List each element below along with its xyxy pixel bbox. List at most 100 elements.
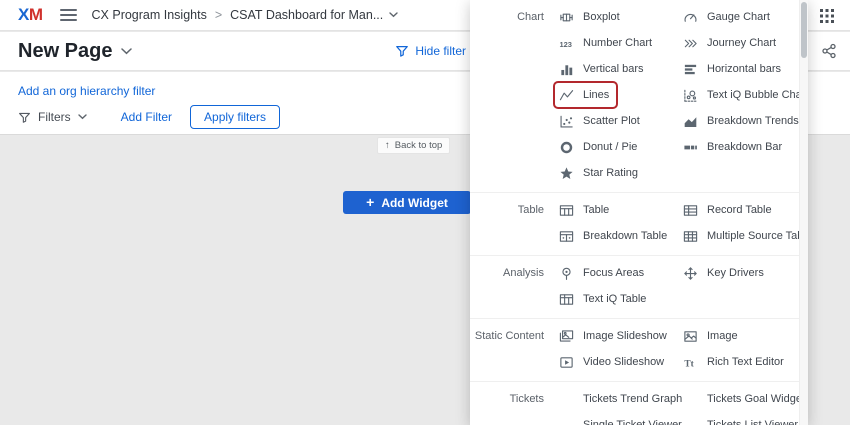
breadcrumb-current[interactable]: CSAT Dashboard for Man... [230,8,398,22]
menu-section-tickets: TicketsTickets Trend GraphTickets Goal W… [470,381,799,425]
menu-section-items: Boxplot Gauge Chart 123Number Chart Journey… [556,6,804,184]
widget-option-tickets-goal-widget[interactable]: Tickets Goal Widget [680,388,808,410]
widget-option-video-slideshow[interactable]: Video Slideshow [556,351,670,373]
rich-text-icon: Tt [683,355,698,370]
hide-filter-label: Hide filter [415,44,466,58]
focus-areas-icon [559,266,574,281]
plus-icon: + [366,195,374,209]
menu-section-heading: Static Content [470,325,556,373]
dashboard-screen: XM CX Program Insights > CSAT Dashboard … [0,0,850,425]
menu-scrollbar[interactable] [799,0,808,425]
add-org-hierarchy-filter-link[interactable]: Add an org hierarchy filter [18,84,155,98]
blank-icon [683,392,698,407]
widget-option-tickets-trend-graph[interactable]: Tickets Trend Graph [556,388,688,410]
menu-section-heading: Analysis [470,262,556,310]
apps-grid-icon[interactable] [820,9,834,23]
widget-option-label: Scatter Plot [583,115,640,127]
menu-section-items: Tickets Trend GraphTickets Goal WidgetSi… [556,388,804,425]
page-title: New Page [18,40,112,63]
widget-option-image[interactable]: Image [680,325,744,347]
widget-option-label: Breakdown Table [583,230,667,242]
widget-option-text-iq-bubble-chart[interactable]: Text iQ Bubble Chart [680,84,808,106]
widget-option-label: Video Slideshow [583,356,664,368]
widget-option-breakdown-trends[interactable]: Breakdown Trends [680,110,805,132]
filters-label: Filters [38,110,71,124]
blank-icon [559,392,574,407]
textiq-table-icon [559,292,574,307]
video-slideshow-icon [559,355,574,370]
number-icon: 123 [559,36,574,51]
add-filter-link[interactable]: Add Filter [121,110,172,124]
filters-dropdown[interactable]: Filters [18,110,87,124]
share-icon[interactable] [821,43,837,59]
page-title-chevron-down-icon[interactable] [121,48,132,55]
widget-option-journey-chart[interactable]: Journey Chart [680,32,782,54]
menu-section-heading: Tickets [470,388,556,425]
scatter-icon [559,114,574,129]
widget-option-label: Lines [583,89,609,101]
add-widget-button[interactable]: + Add Widget [343,191,471,214]
widget-option-donut-pie[interactable]: Donut / Pie [556,136,643,158]
widget-option-single-ticket-viewer[interactable]: Single Ticket Viewer [556,414,688,425]
widget-option-table[interactable]: Table [556,199,615,221]
apply-filters-button[interactable]: Apply filters [190,105,280,129]
widget-option-lines[interactable]: Lines [556,84,615,106]
widget-option-boxplot[interactable]: Boxplot [556,6,626,28]
widget-option-label: Tickets List Viewer [707,419,798,425]
table-icon [559,203,574,218]
widget-option-rich-text-editor[interactable]: Tt Rich Text Editor [680,351,790,373]
image-slideshow-icon [559,329,574,344]
widget-option-record-table[interactable]: Record Table [680,199,778,221]
widget-option-scatter-plot[interactable]: Scatter Plot [556,110,646,132]
journey-icon [683,36,698,51]
funnel-icon [18,111,31,124]
widget-option-label: Boxplot [583,11,620,23]
menu-scrollbar-thumb[interactable] [801,2,807,58]
add-widget-label: Add Widget [381,196,448,210]
widget-option-text-iq-table[interactable]: Text iQ Table [556,288,652,310]
widget-option-breakdown-bar[interactable]: Breakdown Bar [680,136,788,158]
widget-option-label: Tickets Trend Graph [583,393,682,405]
vertical-bars-icon [559,62,574,77]
widget-option-horizontal-bars[interactable]: Horizontal bars [680,58,787,80]
widget-option-key-drivers[interactable]: Key Drivers [680,262,770,284]
hide-filter-button[interactable]: Hide filter [395,44,466,58]
widget-option-label: Gauge Chart [707,11,770,23]
gauge-icon [683,10,698,25]
blank-icon [683,418,698,425]
widget-option-focus-areas[interactable]: Focus Areas [556,262,650,284]
widget-type-menu: ChartBoxplotGauge Chart123Number ChartJo… [470,0,808,425]
menu-section-items: TableRecord TableBreakdown TableMultiple… [556,199,804,247]
menu-section-items: Focus Areas Key Drivers Text iQ Table [556,262,804,310]
breadcrumb: CX Program Insights > CSAT Dashboard for… [92,8,399,22]
widget-option-image-slideshow[interactable]: Image Slideshow [556,325,673,347]
menu-section-heading: Table [470,199,556,247]
xm-logo[interactable]: XM [18,5,43,25]
widget-option-multiple-source-table[interactable]: Multiple Source Table [680,225,808,247]
widget-option-tickets-list-viewer[interactable]: Tickets List Viewer [680,414,804,425]
widget-option-label: Donut / Pie [583,141,637,153]
widget-option-label: Text iQ Table [583,293,646,305]
widget-option-breakdown-table[interactable]: Breakdown Table [556,225,673,247]
widget-option-label: Star Rating [583,167,638,179]
widget-option-label: Horizontal bars [707,63,781,75]
lines-icon [559,88,574,103]
widget-option-number-chart[interactable]: 123Number Chart [556,32,658,54]
widget-option-label: Multiple Source Table [707,230,808,242]
widget-menu-list: ChartBoxplotGauge Chart123Number ChartJo… [470,0,799,425]
menu-section-chart: ChartBoxplotGauge Chart123Number ChartJo… [470,0,799,192]
widget-option-vertical-bars[interactable]: Vertical bars [556,58,650,80]
widget-option-label: Rich Text Editor [707,356,784,368]
hamburger-menu-icon[interactable] [60,9,77,21]
widget-option-gauge-chart[interactable]: Gauge Chart [680,6,776,28]
menu-section-analysis: AnalysisFocus Areas Key Drivers Text iQ Ta… [470,255,799,318]
widget-option-label: Journey Chart [707,37,776,49]
breadcrumb-root[interactable]: CX Program Insights [92,8,207,22]
widget-option-label: Vertical bars [583,63,644,75]
widget-option-star-rating[interactable]: Star Rating [556,162,644,184]
widget-option-label: Text iQ Bubble Chart [707,89,808,101]
back-to-top-button[interactable]: ↑ Back to top [377,137,450,154]
menu-section-table: TableTableRecord TableBreakdown TableMul… [470,192,799,255]
breadcrumb-separator: > [215,8,222,22]
back-to-top-label: Back to top [395,140,443,151]
